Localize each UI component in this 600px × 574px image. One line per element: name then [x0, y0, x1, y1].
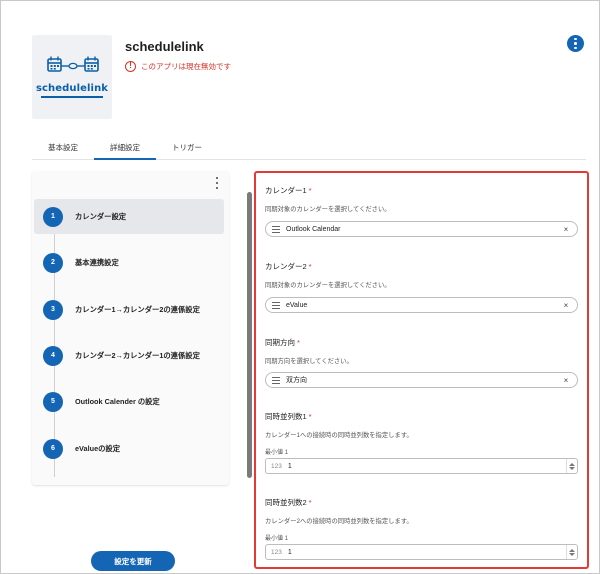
number-icon: 123 — [271, 548, 282, 556]
number-spinner — [566, 459, 576, 473]
logo-wordmark: schedulelink — [35, 83, 109, 94]
warning-circle-icon: ! — [125, 61, 136, 72]
number-icon: 123 — [271, 462, 282, 470]
field-help: 同期方向を選択してください。 — [265, 358, 353, 365]
calendar1-select[interactable]: Outlook Calendar × — [265, 221, 578, 237]
tab-trigger[interactable]: トリガー — [156, 142, 218, 160]
sync-direction-field: 同期方向 * 同期方向を選択してください。 双方向 × — [265, 337, 580, 388]
spin-up-icon[interactable] — [568, 548, 575, 552]
app-logo: schedulelink — [32, 35, 112, 119]
app-more-menu-button[interactable] — [567, 35, 584, 52]
steps-more-button[interactable] — [213, 177, 221, 189]
select-value: Outlook Calendar — [286, 225, 341, 233]
app-title: schedulelink — [125, 39, 204, 54]
app-status: ! このアプリは現在無効です — [125, 61, 231, 72]
calendar1-field: カレンダー1 * 同期対象のカレンダーを選択してください。 Outlook Cal… — [265, 185, 580, 237]
list-icon — [272, 376, 280, 384]
calendar2-select[interactable]: eValue × — [265, 297, 578, 313]
required-mark: * — [308, 498, 312, 507]
form-panel: カレンダー1 * 同期対象のカレンダーを選択してください。 Outlook Cal… — [254, 171, 589, 569]
parallel1-input[interactable]: 123 1 — [265, 458, 578, 474]
tab-basic-settings[interactable]: 基本設定 — [32, 142, 94, 160]
spin-down-icon[interactable] — [568, 552, 575, 556]
step-calendar-settings[interactable]: 1 カレンダー設定 — [34, 199, 224, 234]
required-mark: * — [297, 338, 300, 347]
step-basic-link-settings[interactable]: 2 基本連携設定 — [34, 245, 224, 280]
required-mark: * — [308, 186, 312, 195]
parallel2-field: 同時並列数2 * カレンダー2への接続時の同時並列数を指定します。 最小値 1 1… — [265, 497, 580, 560]
parallel2-input[interactable]: 123 1 — [265, 544, 578, 560]
select-value: eValue — [286, 301, 308, 309]
clear-icon[interactable]: × — [559, 376, 573, 385]
step-outlook-settings[interactable]: 5 Outlook Calender の設定 — [34, 384, 224, 419]
spin-down-icon[interactable] — [568, 466, 575, 470]
min-value-label: 最小値 1 — [265, 536, 289, 542]
field-label: 同時並列数2 — [265, 498, 307, 507]
calendar2-field: カレンダー2 * 同期対象のカレンダーを選択してください。 eValue × — [265, 261, 580, 313]
step-number: 5 — [43, 391, 63, 412]
required-mark: * — [308, 412, 312, 421]
tab-detail-settings[interactable]: 詳細設定 — [94, 142, 156, 160]
field-help: カレンダー2への接続時の同時並列数を指定します。 — [265, 518, 413, 525]
step-number: 2 — [43, 252, 63, 273]
step-label: eValueの設定 — [75, 443, 121, 453]
settings-tabs: 基本設定 詳細設定 トリガー — [32, 142, 586, 160]
field-help: 同期対象のカレンダーを選択してください。 — [265, 282, 391, 289]
field-label: 同時並列数1 — [265, 412, 307, 421]
step-label: 基本連携設定 — [75, 257, 119, 267]
step-label: カレンダー1→カレンダー2の連係設定 — [75, 304, 200, 314]
step-cal2-to-cal1[interactable]: 4 カレンダー2→カレンダー1の連係設定 — [34, 338, 224, 373]
clear-icon[interactable]: × — [559, 225, 573, 234]
logo-underline — [41, 96, 103, 98]
number-value: 1 — [287, 548, 292, 556]
number-value: 1 — [287, 462, 292, 470]
field-help: カレンダー1への接続時の同時並列数を指定します。 — [265, 432, 413, 439]
steps-scrollbar[interactable] — [247, 192, 252, 478]
field-help: 同期対象のカレンダーを選択してください。 — [265, 206, 391, 213]
step-number: 6 — [43, 438, 63, 459]
list-icon — [272, 225, 280, 233]
step-cal1-to-cal2[interactable]: 3 カレンダー1→カレンダー2の連係設定 — [34, 292, 224, 327]
list-icon — [272, 301, 280, 309]
step-label: カレンダー設定 — [75, 211, 127, 221]
field-label: カレンダー1 — [265, 186, 307, 195]
parallel1-field: 同時並列数1 * カレンダー1への接続時の同時並列数を指定します。 最小値 1 1… — [265, 411, 580, 474]
update-settings-button[interactable]: 設定を更新 — [91, 551, 175, 571]
step-label: Outlook Calender の設定 — [75, 396, 160, 406]
vertical-dots-icon — [574, 38, 577, 41]
clear-icon[interactable]: × — [559, 301, 573, 310]
number-spinner — [566, 545, 576, 559]
required-mark: * — [308, 262, 312, 271]
spin-up-icon[interactable] — [568, 462, 575, 466]
field-label: カレンダー2 — [265, 262, 307, 271]
app-settings-window: schedulelink schedulelink ! このアプリは現在無効です… — [0, 0, 600, 574]
step-evalue-settings[interactable]: 6 eValueの設定 — [34, 431, 224, 466]
vertical-dots-icon — [216, 177, 218, 179]
step-number: 1 — [43, 206, 63, 227]
step-number: 3 — [43, 299, 63, 320]
select-value: 双方向 — [286, 377, 307, 384]
min-value-label: 最小値 1 — [265, 450, 289, 456]
sync-direction-select[interactable]: 双方向 × — [265, 372, 578, 388]
step-label: カレンダー2→カレンダー1の連係設定 — [75, 350, 200, 360]
calendar-link-icon — [47, 56, 99, 72]
step-number: 4 — [43, 345, 63, 366]
field-label: 同期方向 — [265, 338, 295, 347]
app-status-text: このアプリは現在無効です — [141, 62, 231, 71]
